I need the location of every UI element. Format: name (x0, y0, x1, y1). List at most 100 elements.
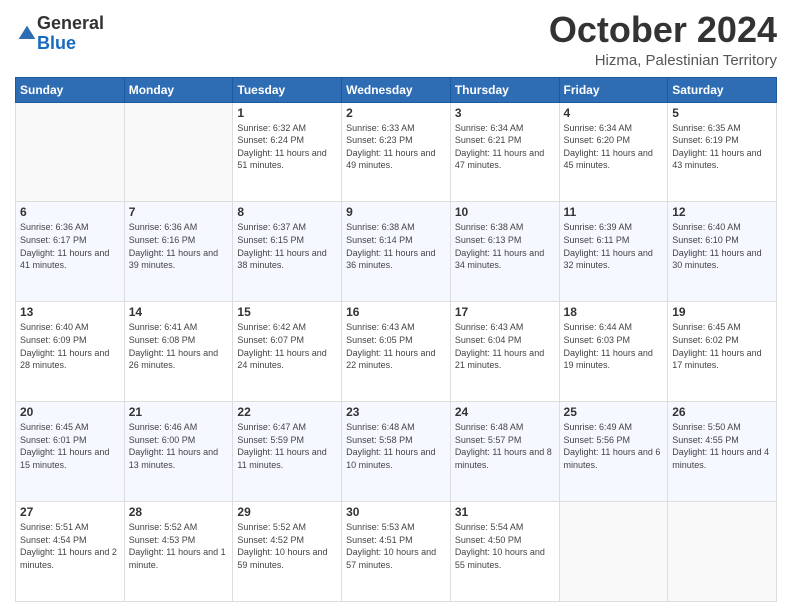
header: General Blue October 2024 Hizma, Palesti… (15, 10, 777, 69)
location-title: Hizma, Palestinian Territory (549, 52, 777, 69)
calendar-cell: 14 Sunrise: 6:41 AM Sunset: 6:08 PM Dayli… (124, 302, 233, 402)
day-number: 6 (20, 205, 120, 219)
day-info: Sunrise: 5:50 AM Sunset: 4:55 PM Dayligh… (672, 421, 772, 471)
calendar-cell: 8 Sunrise: 6:37 AM Sunset: 6:15 PM Daylig… (233, 202, 342, 302)
calendar-cell (559, 502, 668, 602)
day-number: 3 (455, 106, 555, 120)
col-wednesday: Wednesday (342, 77, 451, 102)
day-info: Sunrise: 6:46 AM Sunset: 6:00 PM Dayligh… (129, 421, 229, 471)
calendar-cell (668, 502, 777, 602)
header-row: Sunday Monday Tuesday Wednesday Thursday… (16, 77, 777, 102)
calendar-cell: 11 Sunrise: 6:39 AM Sunset: 6:11 PM Dayli… (559, 202, 668, 302)
day-info: Sunrise: 6:41 AM Sunset: 6:08 PM Dayligh… (129, 321, 229, 371)
day-number: 7 (129, 205, 229, 219)
calendar-cell: 3 Sunrise: 6:34 AM Sunset: 6:21 PM Daylig… (450, 102, 559, 202)
calendar-cell: 15Sunrise: 6:42 AM Sunset: 6:07 PM Dayli… (233, 302, 342, 402)
day-info: Sunrise: 6:45 AM Sunset: 6:02 PM Dayligh… (672, 321, 772, 371)
day-info: Sunrise: 6:38 AM Sunset: 6:14 PM Dayligh… (346, 221, 446, 271)
calendar-cell: 28 Sunrise: 5:52 AM Sunset: 4:53 PM Dayli… (124, 502, 233, 602)
day-info: Sunrise: 6:35 AM Sunset: 6:19 PM Dayligh… (672, 122, 772, 172)
col-sunday: Sunday (16, 77, 125, 102)
day-number: 26 (672, 405, 772, 419)
calendar-cell: 19 Sunrise: 6:45 AM Sunset: 6:02 PM Dayli… (668, 302, 777, 402)
day-info: Sunrise: 6:43 AM Sunset: 6:04 PM Dayligh… (455, 321, 555, 371)
day-number: 16 (346, 305, 446, 319)
calendar-cell: 24Sunrise: 6:48 AM Sunset: 5:57 PM Dayli… (450, 402, 559, 502)
calendar-week-2: 13 Sunrise: 6:40 AM Sunset: 6:09 PM Dayli… (16, 302, 777, 402)
calendar-cell: 9 Sunrise: 6:38 AM Sunset: 6:14 PM Daylig… (342, 202, 451, 302)
col-saturday: Saturday (668, 77, 777, 102)
day-info: Sunrise: 6:33 AM Sunset: 6:23 PM Dayligh… (346, 122, 446, 172)
col-friday: Friday (559, 77, 668, 102)
day-number: 13 (20, 305, 120, 319)
calendar-cell: 25 Sunrise: 6:49 AM Sunset: 5:56 PM Dayli… (559, 402, 668, 502)
day-info: Sunrise: 5:53 AM Sunset: 4:51 PM Dayligh… (346, 521, 446, 571)
calendar-cell: 6 Sunrise: 6:36 AM Sunset: 6:17 PM Daylig… (16, 202, 125, 302)
calendar-cell: 26 Sunrise: 5:50 AM Sunset: 4:55 PM Dayli… (668, 402, 777, 502)
calendar-cell: 21Sunrise: 6:46 AM Sunset: 6:00 PM Dayli… (124, 402, 233, 502)
day-info: Sunrise: 6:49 AM Sunset: 5:56 PM Dayligh… (564, 421, 664, 471)
page: General Blue October 2024 Hizma, Palesti… (0, 0, 792, 612)
calendar-cell: 7 Sunrise: 6:36 AM Sunset: 6:16 PM Daylig… (124, 202, 233, 302)
day-info: Sunrise: 6:40 AM Sunset: 6:10 PM Dayligh… (672, 221, 772, 271)
day-number: 12 (672, 205, 772, 219)
day-info: Sunrise: 6:36 AM Sunset: 6:16 PM Dayligh… (129, 221, 229, 271)
calendar-week-0: 1 Sunrise: 6:32 AM Sunset: 6:24 PM Daylig… (16, 102, 777, 202)
day-info: Sunrise: 6:39 AM Sunset: 6:11 PM Dayligh… (564, 221, 664, 271)
day-number: 30 (346, 505, 446, 519)
logo-icon (17, 24, 37, 44)
calendar-cell: 22Sunrise: 6:47 AM Sunset: 5:59 PM Dayli… (233, 402, 342, 502)
calendar-cell: 20 Sunrise: 6:45 AM Sunset: 6:01 PM Dayli… (16, 402, 125, 502)
logo-text: General Blue (37, 14, 104, 54)
day-number: 11 (564, 205, 664, 219)
calendar-cell: 31Sunrise: 5:54 AM Sunset: 4:50 PM Dayli… (450, 502, 559, 602)
calendar-cell: 17 Sunrise: 6:43 AM Sunset: 6:04 PM Dayli… (450, 302, 559, 402)
day-number: 20 (20, 405, 120, 419)
calendar-week-3: 20 Sunrise: 6:45 AM Sunset: 6:01 PM Dayli… (16, 402, 777, 502)
day-number: 9 (346, 205, 446, 219)
calendar-cell: 4Sunrise: 6:34 AM Sunset: 6:20 PM Daylig… (559, 102, 668, 202)
day-info: Sunrise: 5:51 AM Sunset: 4:54 PM Dayligh… (20, 521, 120, 571)
title-block: October 2024 Hizma, Palestinian Territor… (549, 10, 777, 69)
day-number: 22 (237, 405, 337, 419)
day-info: Sunrise: 6:36 AM Sunset: 6:17 PM Dayligh… (20, 221, 120, 271)
calendar-week-1: 6 Sunrise: 6:36 AM Sunset: 6:17 PM Daylig… (16, 202, 777, 302)
day-number: 2 (346, 106, 446, 120)
day-number: 5 (672, 106, 772, 120)
day-number: 14 (129, 305, 229, 319)
calendar-cell: 16Sunrise: 6:43 AM Sunset: 6:05 PM Dayli… (342, 302, 451, 402)
logo-blue: Blue (37, 33, 76, 53)
calendar-table: Sunday Monday Tuesday Wednesday Thursday… (15, 77, 777, 602)
day-number: 31 (455, 505, 555, 519)
day-number: 29 (237, 505, 337, 519)
day-number: 19 (672, 305, 772, 319)
day-info: Sunrise: 6:45 AM Sunset: 6:01 PM Dayligh… (20, 421, 120, 471)
day-info: Sunrise: 5:52 AM Sunset: 4:52 PM Dayligh… (237, 521, 337, 571)
day-number: 1 (237, 106, 337, 120)
day-number: 18 (564, 305, 664, 319)
day-info: Sunrise: 5:52 AM Sunset: 4:53 PM Dayligh… (129, 521, 229, 571)
day-info: Sunrise: 6:40 AM Sunset: 6:09 PM Dayligh… (20, 321, 120, 371)
month-title: October 2024 (549, 10, 777, 50)
calendar-cell: 30 Sunrise: 5:53 AM Sunset: 4:51 PM Dayli… (342, 502, 451, 602)
day-number: 15 (237, 305, 337, 319)
day-number: 8 (237, 205, 337, 219)
calendar-cell: 12 Sunrise: 6:40 AM Sunset: 6:10 PM Dayli… (668, 202, 777, 302)
day-number: 25 (564, 405, 664, 419)
calendar-cell: 1 Sunrise: 6:32 AM Sunset: 6:24 PM Daylig… (233, 102, 342, 202)
calendar-cell (124, 102, 233, 202)
day-info: Sunrise: 6:37 AM Sunset: 6:15 PM Dayligh… (237, 221, 337, 271)
calendar-cell: 29 Sunrise: 5:52 AM Sunset: 4:52 PM Dayli… (233, 502, 342, 602)
day-number: 28 (129, 505, 229, 519)
day-number: 23 (346, 405, 446, 419)
calendar-cell: 10Sunrise: 6:38 AM Sunset: 6:13 PM Dayli… (450, 202, 559, 302)
day-number: 10 (455, 205, 555, 219)
calendar-week-4: 27Sunrise: 5:51 AM Sunset: 4:54 PM Dayli… (16, 502, 777, 602)
day-info: Sunrise: 6:34 AM Sunset: 6:21 PM Dayligh… (455, 122, 555, 172)
day-number: 17 (455, 305, 555, 319)
calendar-cell: 13 Sunrise: 6:40 AM Sunset: 6:09 PM Dayli… (16, 302, 125, 402)
col-tuesday: Tuesday (233, 77, 342, 102)
day-info: Sunrise: 6:32 AM Sunset: 6:24 PM Dayligh… (237, 122, 337, 172)
logo: General Blue (15, 14, 104, 54)
calendar-cell: 18Sunrise: 6:44 AM Sunset: 6:03 PM Dayli… (559, 302, 668, 402)
